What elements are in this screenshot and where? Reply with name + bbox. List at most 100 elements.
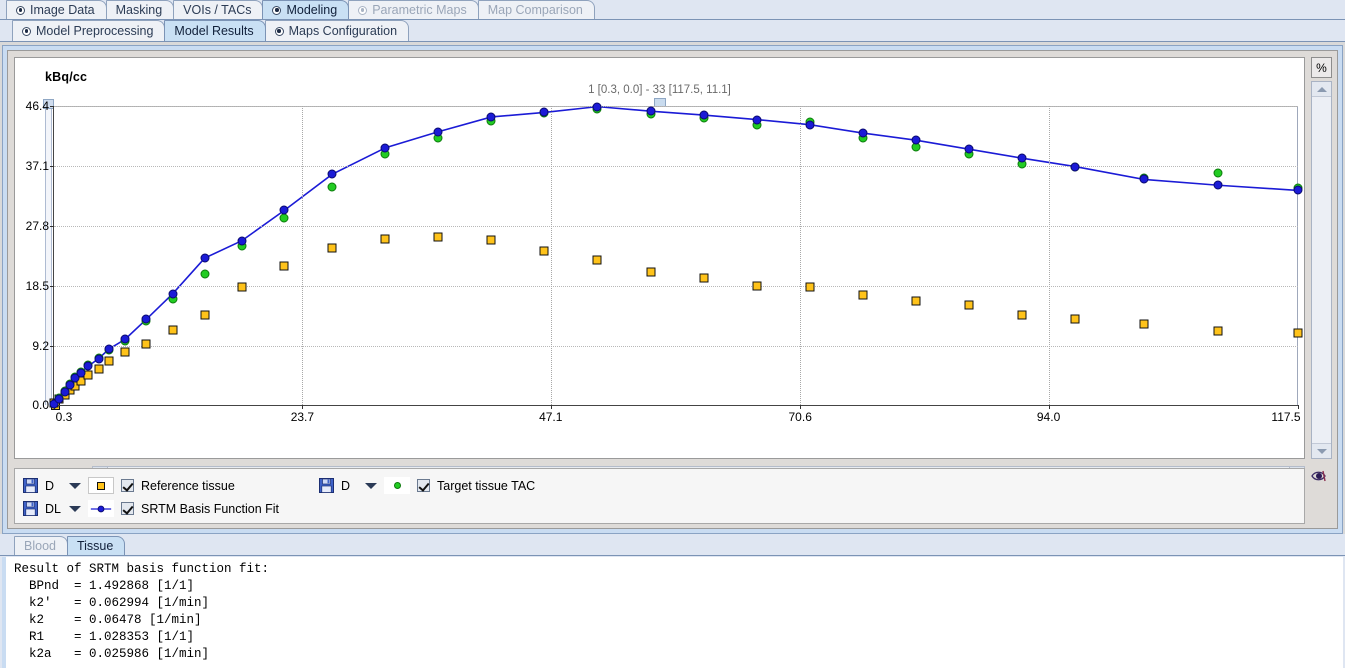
- data-point[interactable]: [1070, 162, 1080, 172]
- data-point[interactable]: [120, 347, 130, 357]
- radio-indicator-icon: [358, 5, 368, 15]
- data-point[interactable]: [380, 234, 390, 244]
- data-point[interactable]: [911, 135, 921, 145]
- data-point[interactable]: [168, 325, 178, 335]
- data-point[interactable]: [168, 289, 178, 299]
- legend-marker-swatch[interactable]: [88, 500, 114, 517]
- data-point[interactable]: [911, 296, 921, 306]
- legend-marker-swatch[interactable]: [88, 477, 114, 494]
- chevron-down-icon[interactable]: [365, 482, 377, 489]
- data-point[interactable]: [1293, 328, 1303, 338]
- data-point[interactable]: [279, 205, 289, 215]
- chevron-down-icon[interactable]: [69, 505, 81, 512]
- data-point[interactable]: [1017, 310, 1027, 320]
- y-axis-range-slider[interactable]: [45, 104, 52, 405]
- radio-indicator-icon: [16, 5, 25, 15]
- data-point[interactable]: [237, 282, 247, 292]
- visibility-icon[interactable]: [1307, 466, 1331, 485]
- data-point[interactable]: [805, 120, 815, 130]
- legend-visibility-checkbox[interactable]: [417, 479, 430, 492]
- data-point[interactable]: [646, 267, 656, 277]
- tab-modeling[interactable]: Modeling: [262, 0, 350, 19]
- tab-label: Modeling: [286, 2, 338, 17]
- data-point[interactable]: [141, 339, 151, 349]
- floppy-disk-icon[interactable]: [23, 501, 38, 516]
- data-point[interactable]: [279, 213, 289, 223]
- data-point[interactable]: [1213, 168, 1223, 178]
- data-point[interactable]: [104, 344, 114, 354]
- data-point[interactable]: [83, 361, 93, 371]
- tab-model-results[interactable]: Model Results: [164, 20, 266, 41]
- data-point[interactable]: [1139, 174, 1149, 184]
- data-point[interactable]: [1213, 180, 1223, 190]
- floppy-disk-icon[interactable]: [23, 478, 38, 493]
- tab-image-data[interactable]: Image Data: [6, 0, 107, 19]
- y-tick-mark: [50, 345, 54, 347]
- data-point[interactable]: [964, 300, 974, 310]
- data-point[interactable]: [433, 232, 443, 242]
- data-point[interactable]: [76, 368, 86, 378]
- data-point[interactable]: [539, 246, 549, 256]
- data-point[interactable]: [699, 110, 709, 120]
- legend-entry: D Reference tissue: [23, 477, 285, 494]
- model-results-panel: kBq/cc 1 [0.3, 0.0] - 33 [117.5, 11.1] 0…: [2, 45, 1343, 534]
- data-point[interactable]: [699, 273, 709, 283]
- tab-vois-tacs[interactable]: VOIs / TACs: [173, 0, 264, 19]
- x-gridline: [302, 106, 304, 405]
- legend-visibility-checkbox[interactable]: [121, 502, 134, 515]
- data-point[interactable]: [1139, 319, 1149, 329]
- data-point[interactable]: [1017, 153, 1027, 163]
- plot-area[interactable]: 0.0 9.2 18.5 27.8 37.1 46.4 0.3 23.7 47.1 70.6 94.…: [26, 99, 1303, 424]
- tab-label: Model Preprocessing: [36, 23, 154, 38]
- data-point[interactable]: [805, 282, 815, 292]
- scroll-up-arrow[interactable]: [1312, 82, 1331, 97]
- data-point[interactable]: [279, 261, 289, 271]
- fit-curve-line: [53, 105, 1299, 405]
- data-point[interactable]: [94, 354, 104, 364]
- data-point[interactable]: [94, 364, 104, 374]
- chevron-down-icon[interactable]: [69, 482, 81, 489]
- main-tab-bar: Image Data Masking VOIs / TACs Modeling Para…: [0, 0, 1345, 20]
- data-point[interactable]: [104, 356, 114, 366]
- chart: kBq/cc 1 [0.3, 0.0] - 33 [117.5, 11.1] 0…: [15, 58, 1304, 494]
- data-point[interactable]: [1293, 185, 1303, 195]
- percent-scale-button[interactable]: %: [1311, 57, 1332, 78]
- data-point[interactable]: [486, 235, 496, 245]
- chart-vertical-scrollbar[interactable]: [1311, 81, 1332, 459]
- data-point[interactable]: [646, 106, 656, 116]
- data-point[interactable]: [200, 269, 210, 279]
- tab-tissue[interactable]: Tissue: [66, 536, 126, 555]
- data-point[interactable]: [1070, 314, 1080, 324]
- data-point[interactable]: [141, 314, 151, 324]
- data-point[interactable]: [327, 169, 337, 179]
- tab-label: Tissue: [76, 538, 114, 553]
- data-point[interactable]: [858, 290, 868, 300]
- data-point[interactable]: [592, 102, 602, 112]
- data-point[interactable]: [200, 253, 210, 263]
- data-point[interactable]: [752, 281, 762, 291]
- floppy-disk-icon[interactable]: [319, 478, 334, 493]
- data-point[interactable]: [964, 144, 974, 154]
- legend-marker-swatch[interactable]: [384, 477, 410, 494]
- y-gridline: [54, 225, 1298, 227]
- tab-maps-configuration[interactable]: Maps Configuration: [264, 20, 410, 41]
- data-point[interactable]: [539, 107, 549, 117]
- data-point[interactable]: [1213, 326, 1223, 336]
- data-point[interactable]: [380, 143, 390, 153]
- data-point[interactable]: [752, 115, 762, 125]
- data-point[interactable]: [433, 127, 443, 137]
- x-tick-mark: [550, 405, 552, 409]
- data-point[interactable]: [327, 243, 337, 253]
- data-point[interactable]: [858, 128, 868, 138]
- tab-blood[interactable]: Blood: [14, 536, 68, 555]
- data-point[interactable]: [237, 236, 247, 246]
- tab-masking[interactable]: Masking: [105, 0, 175, 19]
- data-point[interactable]: [120, 334, 130, 344]
- data-point[interactable]: [327, 182, 337, 192]
- scroll-down-arrow[interactable]: [1312, 443, 1331, 458]
- data-point[interactable]: [592, 255, 602, 265]
- data-point[interactable]: [200, 310, 210, 320]
- legend-visibility-checkbox[interactable]: [121, 479, 134, 492]
- tab-model-preprocessing[interactable]: Model Preprocessing: [12, 20, 166, 41]
- data-point[interactable]: [486, 112, 496, 122]
